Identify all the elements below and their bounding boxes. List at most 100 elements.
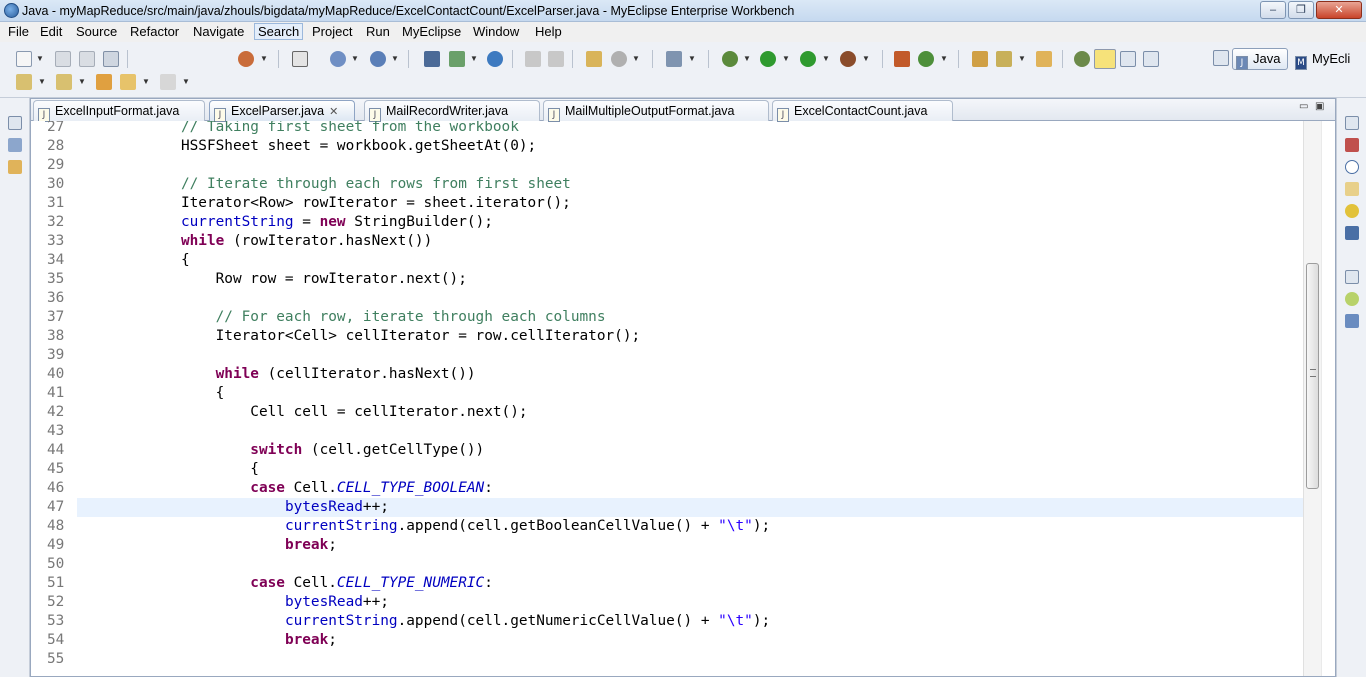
forward-dropdown-icon[interactable]: ▼ (182, 77, 190, 86)
image-dropdown-icon[interactable]: ▼ (688, 54, 696, 63)
block-selection-icon[interactable] (1120, 51, 1136, 67)
code-line[interactable]: // Taking first sheet from the workbook (77, 121, 519, 137)
vertical-scrollbar[interactable] (1303, 121, 1321, 676)
code-line[interactable]: break; (77, 631, 337, 650)
new-interface-dropdown-icon[interactable]: ▼ (940, 54, 948, 63)
image-icon[interactable] (666, 51, 682, 67)
run-dropdown-icon[interactable]: ▼ (782, 54, 790, 63)
restore-right-view-icon[interactable] (1345, 116, 1359, 130)
java-project-dropdown-icon[interactable]: ▼ (351, 54, 359, 63)
annotation-next-icon[interactable] (16, 74, 32, 90)
server-icon[interactable] (449, 51, 465, 67)
code-line[interactable]: while (cellIterator.hasNext()) (77, 365, 476, 384)
maximize-button[interactable]: ❐ (1288, 1, 1314, 19)
run-last-icon[interactable] (800, 51, 816, 67)
db-icon[interactable] (611, 51, 627, 67)
restore-outline-icon[interactable] (1345, 270, 1359, 284)
report-run-icon[interactable] (548, 51, 564, 67)
report-icon[interactable] (525, 51, 541, 67)
task-list-icon[interactable] (1345, 292, 1359, 306)
code-line[interactable]: while (rowIterator.hasNext()) (77, 232, 432, 251)
debug-dropdown-icon[interactable]: ▼ (743, 54, 751, 63)
save-icon[interactable] (55, 51, 71, 67)
tab-excelinputformat[interactable]: J ExcelInputFormat.java (33, 100, 205, 122)
menu-navigate[interactable]: Navigate (191, 24, 246, 39)
code-line[interactable]: currentString.append(cell.getNumericCell… (77, 612, 770, 631)
code-line[interactable]: Row row = rowIterator.next(); (77, 270, 467, 289)
show-whitespace-icon[interactable] (1143, 51, 1159, 67)
code-line[interactable]: switch (cell.getCellType()) (77, 441, 484, 460)
code-line[interactable]: bytesRead++; (77, 593, 389, 612)
maximize-editor-icon[interactable]: ▣ (1315, 101, 1324, 112)
menu-refactor[interactable]: Refactor (128, 24, 181, 39)
deploy-icon[interactable] (424, 51, 440, 67)
package-explorer-icon[interactable] (8, 138, 22, 152)
new-class-icon[interactable] (894, 51, 910, 67)
code-line[interactable]: { (77, 251, 190, 270)
annotation-prev-dropdown-icon[interactable]: ▼ (78, 77, 86, 86)
menu-source[interactable]: Source (74, 24, 119, 39)
new-package-icon[interactable] (370, 51, 386, 67)
overview-ruler[interactable] (1321, 121, 1335, 676)
toggle-breadcrumb-icon[interactable] (1074, 51, 1090, 67)
tab-excelparser[interactable]: J ExcelParser.java ✕ (209, 100, 355, 122)
server-dropdown-icon[interactable]: ▼ (260, 54, 268, 63)
search-dropdown-icon[interactable]: ▼ (1018, 54, 1026, 63)
java-perspective-button[interactable]: J Java (1232, 48, 1288, 70)
new-interface-icon[interactable] (918, 51, 934, 67)
run-last-dropdown-icon[interactable]: ▼ (822, 54, 830, 63)
code-line[interactable]: HSSFSheet sheet = workbook.getSheetAt(0)… (77, 137, 536, 156)
hierarchy-icon[interactable] (8, 160, 22, 174)
open-type-icon[interactable] (292, 51, 308, 67)
annotation-next-dropdown-icon[interactable]: ▼ (38, 77, 46, 86)
code-line[interactable]: // Iterate through each rows from first … (77, 175, 571, 194)
server-run-dropdown-icon[interactable]: ▼ (470, 54, 478, 63)
code-line[interactable]: // For each row, iterate through each co… (77, 308, 606, 327)
menu-help[interactable]: Help (533, 24, 564, 39)
code-line[interactable]: case Cell.CELL_TYPE_BOOLEAN: (77, 479, 493, 498)
code-line[interactable]: Cell cell = cellIterator.next(); (77, 403, 527, 422)
code-line[interactable]: currentString.append(cell.getBooleanCell… (77, 517, 770, 536)
tab-excelcontactcount[interactable]: J ExcelContactCount.java (772, 100, 953, 122)
menu-myeclipse[interactable]: MyEclipse (400, 24, 463, 39)
code-area[interactable]: 27 // Taking first sheet from the workbo… (31, 121, 1335, 676)
minimize-editor-icon[interactable]: ▭ (1299, 101, 1308, 112)
annotation-prev-icon[interactable] (56, 74, 72, 90)
javadoc-icon[interactable] (1345, 160, 1359, 174)
menu-window[interactable]: Window (471, 24, 521, 39)
restore-view-icon[interactable] (8, 116, 22, 130)
declaration-icon[interactable] (1345, 182, 1359, 196)
mark-occurrences-icon[interactable] (1094, 49, 1116, 69)
package-dropdown-icon[interactable]: ▼ (391, 54, 399, 63)
menu-file[interactable]: File (6, 24, 31, 39)
new-icon[interactable] (16, 51, 32, 67)
annotation-ruler[interactable] (31, 121, 45, 676)
last-edit-icon[interactable] (96, 74, 112, 90)
code-line[interactable]: Iterator<Cell> cellIterator = row.cellIt… (77, 327, 641, 346)
menu-search[interactable]: Search (254, 23, 304, 40)
back-dropdown-icon[interactable]: ▼ (142, 77, 150, 86)
run-icon[interactable] (760, 51, 776, 67)
open-folder-icon[interactable] (1036, 51, 1052, 67)
uml-icon[interactable] (586, 51, 602, 67)
forward-icon[interactable] (160, 74, 176, 90)
back-icon[interactable] (120, 74, 136, 90)
save-all-icon[interactable] (79, 51, 95, 67)
new-dropdown-icon[interactable]: ▼ (36, 54, 44, 63)
console-icon[interactable] (1345, 226, 1359, 240)
servers-icon[interactable] (1345, 204, 1359, 218)
menu-run[interactable]: Run (364, 24, 392, 39)
open-task-icon[interactable] (972, 51, 988, 67)
code-line[interactable]: currentString = new StringBuilder(); (77, 213, 493, 232)
close-button[interactable]: ✕ (1316, 1, 1362, 19)
external-tools-dropdown-icon[interactable]: ▼ (862, 54, 870, 63)
menu-edit[interactable]: Edit (38, 24, 64, 39)
myeclipse-perspective-button[interactable]: M MyEcli (1292, 48, 1366, 70)
scrollbar-thumb[interactable] (1306, 263, 1319, 489)
code-line[interactable]: { (77, 460, 259, 479)
minimize-button[interactable]: – (1260, 1, 1286, 19)
print-icon[interactable] (103, 51, 119, 67)
debug-server-icon[interactable] (238, 51, 254, 67)
code-line[interactable]: bytesRead++; (77, 498, 389, 517)
code-line[interactable]: Iterator<Row> rowIterator = sheet.iterat… (77, 194, 571, 213)
